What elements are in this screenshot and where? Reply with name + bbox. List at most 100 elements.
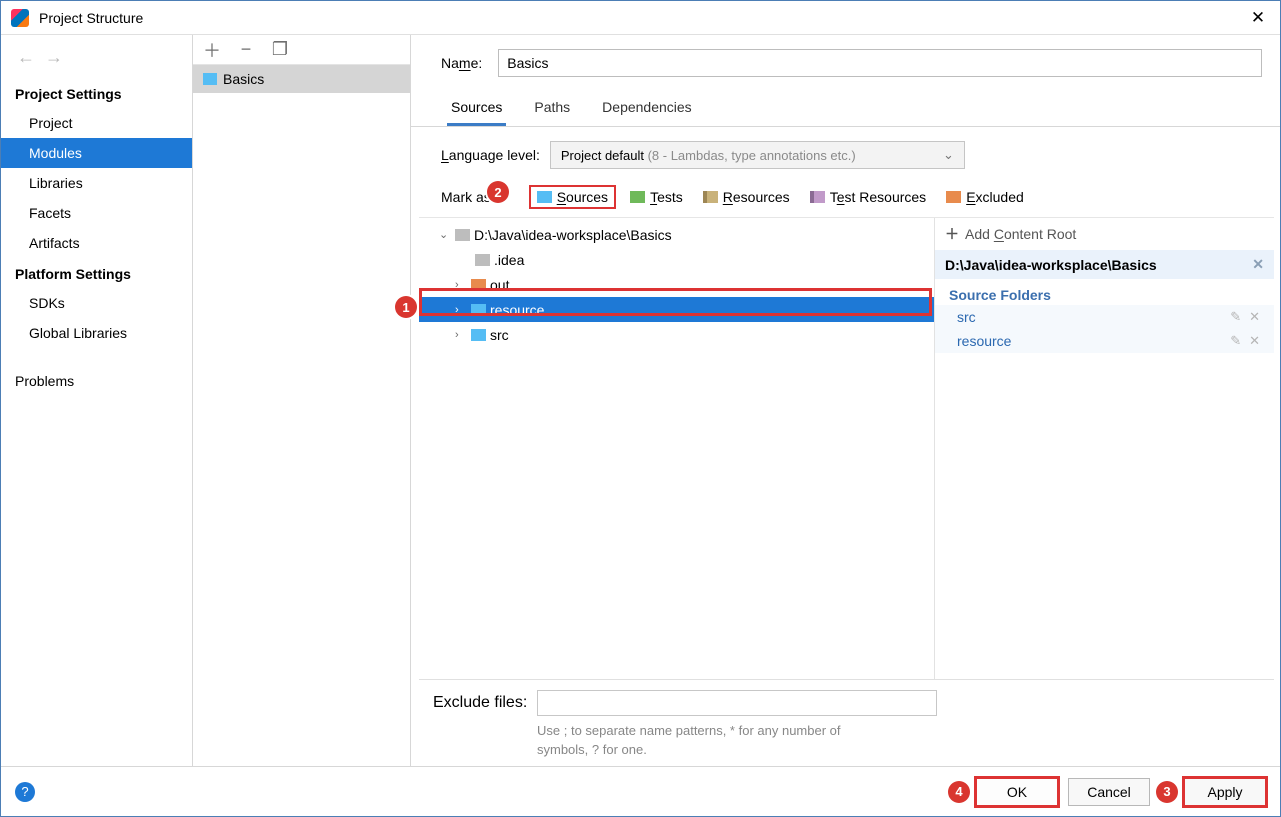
help-button[interactable]: ?	[15, 782, 35, 802]
module-name-input[interactable]	[498, 49, 1262, 77]
nav-header-project-settings: Project Settings	[1, 78, 192, 108]
tab-dependencies[interactable]: Dependencies	[598, 93, 696, 126]
remove-module-button[interactable]: −	[237, 39, 255, 60]
mark-sources-button[interactable]: Sources	[529, 185, 616, 209]
module-folder-icon	[203, 73, 217, 85]
content-roots-panel: ＋ Add Content Root D:\Java\idea-workspla…	[934, 218, 1274, 679]
content-tree: 1 ⌄ D:\Java\idea-worksplace\Basics .idea…	[419, 218, 934, 679]
tab-paths[interactable]: Paths	[530, 93, 574, 126]
add-module-button[interactable]: ＋	[203, 37, 221, 63]
annotation-badge-1: 1	[395, 296, 417, 318]
nav-modules[interactable]: Modules	[1, 138, 192, 168]
tree-label: src	[490, 327, 509, 343]
ok-button[interactable]: OK	[976, 778, 1058, 806]
tree-label: resource	[490, 302, 544, 318]
source-folder-src: src ✎ ✕	[935, 305, 1274, 329]
excluded-folder-icon	[946, 191, 961, 203]
edit-icon[interactable]: ✎	[1226, 333, 1245, 349]
tree-item-src[interactable]: › src	[419, 322, 934, 347]
source-folder-label[interactable]: resource	[957, 333, 1226, 349]
modules-list: Basics	[193, 65, 410, 766]
tree-item-out[interactable]: › out	[419, 272, 934, 297]
apply-button[interactable]: Apply	[1184, 778, 1266, 806]
test-resources-folder-icon	[810, 191, 825, 203]
cancel-button[interactable]: Cancel	[1068, 778, 1150, 806]
source-folder-icon	[471, 329, 486, 341]
project-structure-window: Project Structure ✕ ← → Project Settings…	[0, 0, 1281, 817]
nav-history: ← →	[1, 39, 192, 78]
nav-facets[interactable]: Facets	[1, 198, 192, 228]
language-level-select[interactable]: Project default (8 - Lambdas, type annot…	[550, 141, 965, 169]
annotation-badge-4: 4	[948, 781, 970, 803]
resources-folder-icon	[703, 191, 718, 203]
tests-folder-icon	[630, 191, 645, 203]
content-split: 1 ⌄ D:\Java\idea-worksplace\Basics .idea…	[419, 217, 1274, 679]
excluded-folder-icon	[471, 279, 486, 291]
name-row: Name:	[411, 35, 1280, 87]
folder-icon	[455, 229, 470, 241]
back-arrow-icon[interactable]: ←	[17, 47, 35, 68]
copy-module-button[interactable]: ❐	[271, 39, 289, 60]
annotation-badge-3: 3	[1156, 781, 1178, 803]
mark-as-row: Mark as: 2 Sources Tests Resources Test …	[411, 173, 1280, 215]
nav-global-libraries[interactable]: Global Libraries	[1, 318, 192, 348]
language-level-row: Language level: Project default (8 - Lam…	[411, 127, 1280, 173]
modules-column: ＋ − ❐ Basics	[193, 35, 411, 766]
left-nav: ← → Project Settings Project Modules Lib…	[1, 35, 193, 766]
module-detail-panel: Name: Sources Paths Dependencies Languag…	[411, 35, 1280, 766]
plus-icon: ＋	[945, 224, 959, 244]
module-tabs: Sources Paths Dependencies	[411, 87, 1280, 127]
exclude-files-input[interactable]	[537, 690, 937, 716]
tree-root[interactable]: ⌄ D:\Java\idea-worksplace\Basics	[419, 222, 934, 247]
chevron-right-icon: ›	[455, 304, 467, 316]
remove-icon[interactable]: ✕	[1245, 309, 1264, 325]
window-title: Project Structure	[39, 10, 1246, 26]
titlebar: Project Structure ✕	[1, 1, 1280, 35]
nav-artifacts[interactable]: Artifacts	[1, 228, 192, 258]
annotation-badge-2: 2	[487, 181, 509, 203]
language-level-value: Project default (8 - Lambdas, type annot…	[561, 148, 856, 163]
modules-toolbar: ＋ − ❐	[193, 35, 410, 65]
tab-sources[interactable]: Sources	[447, 93, 506, 126]
intellij-logo-icon	[11, 9, 29, 27]
content-root-path[interactable]: D:\Java\idea-worksplace\Basics ✕	[935, 250, 1274, 279]
source-folder-icon	[471, 304, 486, 316]
tree-label: .idea	[494, 252, 524, 268]
folder-icon	[475, 254, 490, 266]
chevron-right-icon: ›	[455, 329, 467, 341]
mark-excluded-button[interactable]: Excluded	[940, 186, 1030, 208]
tree-item-idea[interactable]: .idea	[419, 247, 934, 272]
nav-problems[interactable]: Problems	[1, 366, 192, 396]
exclude-files-label: Exclude files:	[433, 694, 527, 712]
tree-item-resource[interactable]: › resource	[419, 297, 934, 322]
mark-tests-button[interactable]: Tests	[624, 186, 689, 208]
module-item-label: Basics	[223, 71, 264, 87]
name-label: Name:	[441, 55, 482, 71]
remove-root-icon[interactable]: ✕	[1252, 256, 1264, 273]
tree-label: out	[490, 277, 509, 293]
exclude-files-row: Exclude files: Use ; to separate name pa…	[419, 679, 1274, 766]
exclude-hint: Use ; to separate name patterns, * for a…	[433, 722, 1260, 760]
nav-project[interactable]: Project	[1, 108, 192, 138]
close-button[interactable]: ✕	[1246, 6, 1270, 30]
mark-resources-button[interactable]: Resources	[697, 186, 796, 208]
nav-libraries[interactable]: Libraries	[1, 168, 192, 198]
sources-folder-icon	[537, 191, 552, 203]
source-folder-resource: resource ✎ ✕	[935, 329, 1274, 353]
remove-icon[interactable]: ✕	[1245, 333, 1264, 349]
language-level-label: Language level:	[441, 147, 540, 163]
mark-test-resources-button[interactable]: Test Resources	[804, 186, 933, 208]
source-folders-header: Source Folders	[935, 279, 1274, 305]
add-content-root-button[interactable]: ＋ Add Content Root	[935, 218, 1274, 250]
fwd-arrow-icon[interactable]: →	[45, 47, 63, 68]
dialog-body: ← → Project Settings Project Modules Lib…	[1, 35, 1280, 766]
source-folder-label[interactable]: src	[957, 309, 1226, 325]
edit-icon[interactable]: ✎	[1226, 309, 1245, 325]
dialog-footer: ? 4 OK Cancel 3 Apply	[1, 766, 1280, 816]
chevron-down-icon: ⌄	[439, 228, 451, 241]
nav-header-platform-settings: Platform Settings	[1, 258, 192, 288]
chevron-right-icon: ›	[455, 279, 467, 291]
module-item-basics[interactable]: Basics	[193, 65, 410, 93]
tree-root-label: D:\Java\idea-worksplace\Basics	[474, 227, 672, 243]
nav-sdks[interactable]: SDKs	[1, 288, 192, 318]
